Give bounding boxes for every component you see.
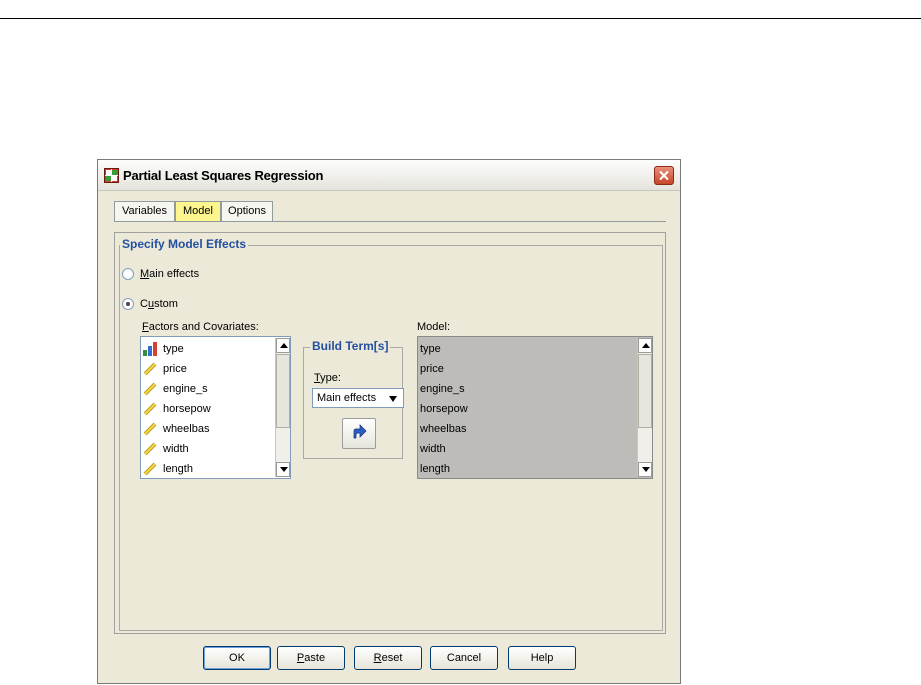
scale-ruler-icon [143, 442, 157, 456]
page-top-rule [0, 18, 921, 19]
arrow-up-icon [642, 343, 650, 348]
tab-variables[interactable]: Variables [114, 201, 175, 221]
title-bar[interactable]: Partial Least Squares Regression [98, 160, 680, 191]
factors-label: Factors and Covariates: [142, 321, 259, 333]
scroll-thumb[interactable] [638, 354, 652, 428]
model-listbox[interactable]: type price engine_s horsepow wheelbas wi… [417, 336, 653, 479]
model-scrollbar[interactable] [637, 338, 652, 477]
arrow-down-icon [280, 467, 288, 472]
arrow-down-icon [642, 467, 650, 472]
app-grid-icon [104, 168, 119, 183]
dropdown-arrow-icon [389, 396, 397, 402]
model-item[interactable]: horsepow [420, 399, 468, 419]
close-icon [659, 170, 669, 181]
reset-button[interactable]: Reset [354, 646, 422, 670]
custom-radio[interactable] [122, 298, 134, 310]
scale-ruler-icon [143, 402, 157, 416]
factors-listbox[interactable]: type price engine_s horsepow wheelbas wi… [140, 336, 291, 479]
scale-ruler-icon [143, 462, 157, 476]
model-item[interactable]: width [420, 439, 446, 459]
dialog-title: Partial Least Squares Regression [123, 168, 324, 183]
scroll-down-button[interactable] [276, 462, 290, 477]
add-term-button[interactable] [342, 418, 376, 449]
scroll-down-button[interactable] [638, 462, 652, 477]
scale-ruler-icon [143, 382, 157, 396]
model-item[interactable]: price [420, 359, 444, 379]
type-label: Type: [314, 372, 341, 384]
tab-divider [114, 221, 666, 222]
cancel-button[interactable]: Cancel [430, 646, 498, 670]
help-button[interactable]: Help [508, 646, 576, 670]
model-label: Model: [417, 321, 451, 333]
type-select-value: Main effects [317, 392, 377, 404]
model-item[interactable]: engine_s [420, 379, 465, 399]
close-button[interactable] [654, 166, 674, 185]
model-item[interactable]: wheelbas [420, 419, 466, 439]
tab-model[interactable]: Model [175, 201, 221, 221]
scroll-thumb[interactable] [276, 354, 290, 428]
type-select[interactable]: Main effects [312, 388, 404, 408]
tab-options[interactable]: Options [221, 201, 273, 221]
right-arrow-icon [353, 424, 367, 439]
main-effects-radio[interactable] [122, 268, 134, 280]
factors-scrollbar[interactable] [275, 338, 290, 477]
scroll-up-button[interactable] [276, 338, 290, 353]
paste-button[interactable]: Paste [277, 646, 345, 670]
scroll-up-button[interactable] [638, 338, 652, 353]
ok-button[interactable]: OK [203, 646, 271, 670]
scale-ruler-icon [143, 362, 157, 376]
model-item[interactable]: length [420, 459, 450, 478]
model-item[interactable]: type [420, 339, 441, 359]
scale-ruler-icon [143, 422, 157, 436]
arrow-up-icon [280, 343, 288, 348]
nominal-bar-icon [143, 342, 157, 356]
custom-label[interactable]: Custom [140, 298, 178, 310]
pls-dialog: Partial Least Squares Regression Variabl… [97, 159, 681, 684]
model-effects-title: Specify Model Effects [120, 237, 249, 251]
main-effects-label[interactable]: Main effects [140, 268, 199, 280]
build-term-title: Build Term[s] [310, 339, 391, 353]
